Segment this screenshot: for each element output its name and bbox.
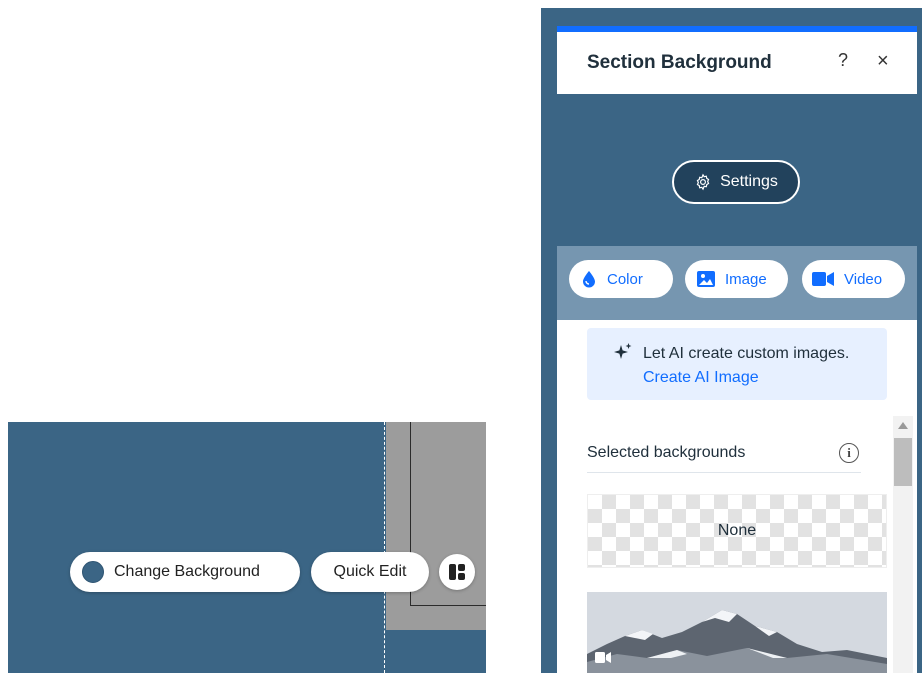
change-background-button[interactable]: Change Background [70,552,300,592]
scrollbar-thumb[interactable] [894,438,912,486]
sparkle-icon [614,343,632,359]
background-type-bar: Color Image Video [557,246,917,320]
selected-backgrounds-header: Selected backgrounds i [587,434,861,473]
color-label: Color [607,270,643,288]
settings-button[interactable]: Settings [672,160,800,204]
mountain-video-background-tile[interactable] [587,592,887,673]
background-color-swatch-icon [82,561,104,583]
panel-title: Section Background [587,52,772,73]
gear-icon [696,173,710,191]
video-button[interactable]: Video [802,260,905,298]
image-label: Image [725,270,767,288]
help-icon[interactable]: ? [838,50,848,71]
change-background-label: Change Background [114,563,260,580]
adjacent-grey-element [386,422,486,630]
video-label: Video [844,270,883,288]
quick-edit-label: Quick Edit [333,563,407,580]
create-ai-image-link[interactable]: Create AI Image [643,369,759,386]
background-preview: Settings [557,94,917,246]
editor-canvas-section[interactable]: Change Background Quick Edit [8,422,486,673]
ai-image-banner: Let AI create custom images. Create AI I… [587,328,887,400]
video-camera-icon [812,272,834,286]
image-icon [697,271,715,287]
info-icon[interactable]: i [839,443,859,463]
color-button[interactable]: Color [569,260,673,298]
video-badge-icon [595,652,611,663]
drop-icon [583,271,595,288]
mountain-thumbnail [587,592,887,673]
image-button[interactable]: Image [685,260,788,298]
layout-icon [449,564,465,580]
layout-button[interactable] [439,554,475,590]
settings-label: Settings [720,173,778,190]
section-guide-line [384,422,385,673]
scroll-up-arrow-icon[interactable] [898,422,908,429]
selected-backgrounds-label: Selected backgrounds [587,444,746,461]
close-icon[interactable]: × [877,50,889,73]
quick-edit-button[interactable]: Quick Edit [311,552,429,592]
ai-banner-text: Let AI create custom images. [643,345,850,362]
none-background-tile[interactable]: None [587,494,887,568]
panel-header: Section Background ? × [557,32,917,94]
section-background-panel: Section Background ? × Settings Color Im… [557,26,917,673]
none-label: None [717,522,757,539]
